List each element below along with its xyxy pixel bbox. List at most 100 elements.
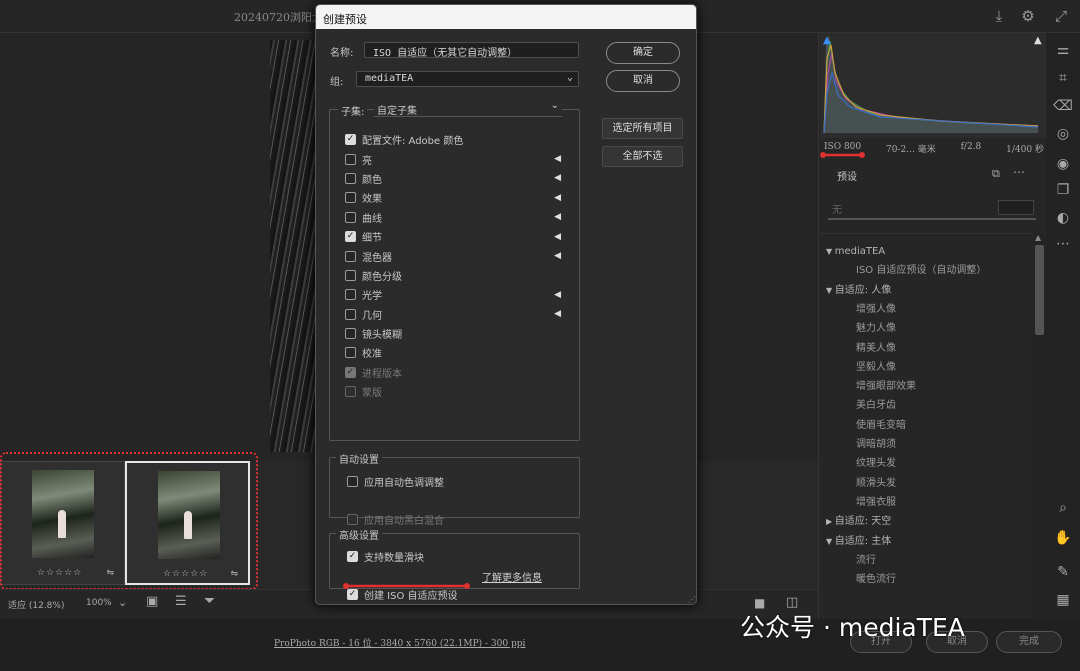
subset-select[interactable]: 自定子集 ⌄ bbox=[374, 100, 562, 117]
crop-icon[interactable]: ⌗ bbox=[1052, 68, 1074, 88]
preset-group[interactable]: ▼ 自适应: 主体 bbox=[826, 532, 891, 551]
expand-arrow-icon[interactable]: ◀ bbox=[554, 173, 561, 183]
sort-icon[interactable]: ☰ bbox=[175, 594, 187, 609]
expand-arrow-icon[interactable]: ◀ bbox=[554, 309, 561, 319]
presets-icon[interactable]: ◐ bbox=[1052, 208, 1074, 228]
preset-amount-input[interactable] bbox=[998, 200, 1034, 215]
expand-arrow-icon[interactable]: ◀ bbox=[554, 212, 561, 222]
checkbox bbox=[345, 386, 356, 398]
subset-item[interactable]: 亮 ◀ bbox=[345, 149, 561, 168]
red-eye-icon[interactable]: ◎ bbox=[1052, 124, 1074, 144]
collapse-triangle-icon[interactable]: ▼ bbox=[826, 537, 835, 546]
ok-button[interactable]: 确定 bbox=[606, 42, 680, 64]
preset-item[interactable]: 增强衣服 bbox=[856, 493, 896, 512]
preset-group[interactable]: ▼ 自适应: 人像 bbox=[826, 281, 891, 300]
collapse-triangle-icon[interactable]: ▼ bbox=[826, 247, 835, 256]
zoom-100-label[interactable]: 100% bbox=[86, 598, 112, 608]
subset-item[interactable]: ✓ 配置文件: Adobe 颜色 bbox=[345, 130, 561, 149]
cancel-button[interactable]: 取消 bbox=[606, 70, 680, 92]
checkbox[interactable] bbox=[345, 153, 356, 165]
more-icon[interactable]: ⋯ bbox=[1052, 234, 1074, 254]
fit-zoom-label[interactable]: 适应 (12.8%) bbox=[8, 598, 64, 611]
checkbox[interactable] bbox=[345, 269, 356, 281]
gear-icon[interactable]: ⚙ bbox=[1019, 7, 1037, 25]
preset-item[interactable]: 暖色流行 bbox=[856, 570, 896, 589]
checkbox-checked[interactable]: ✓ bbox=[345, 134, 356, 146]
shadow-clip-icon[interactable]: ▲ bbox=[823, 35, 831, 46]
subset-item[interactable]: 颜色分级 bbox=[345, 266, 561, 285]
download-icon[interactable]: ⤓ bbox=[990, 7, 1008, 25]
subset-item[interactable]: 镜头模糊 bbox=[345, 324, 561, 343]
eye-icon[interactable]: ◉ bbox=[1052, 154, 1074, 174]
preset-amount-slider[interactable]: 无 bbox=[828, 198, 1036, 220]
eraser-icon[interactable]: ⌫ bbox=[1052, 96, 1074, 116]
subset-item[interactable]: 几何 ◀ bbox=[345, 305, 561, 324]
checkbox[interactable] bbox=[345, 250, 356, 262]
subset-item[interactable]: 校准 bbox=[345, 343, 561, 362]
learn-more-link[interactable]: 了解更多信息 bbox=[482, 569, 542, 584]
preset-scrollbar[interactable]: ▲ bbox=[1033, 233, 1046, 619]
expand-arrow-icon[interactable]: ◀ bbox=[554, 251, 561, 261]
grid-icon[interactable]: ▦ bbox=[1052, 590, 1074, 610]
check-all-button[interactable]: 选定所有项目 bbox=[602, 118, 683, 139]
preset-item[interactable]: ISO 自适应预设（自动调整） bbox=[856, 261, 986, 280]
preset-item[interactable]: 纹理头发 bbox=[856, 454, 896, 473]
more-options-icon[interactable]: ⋯ bbox=[1013, 165, 1025, 179]
checkbox[interactable] bbox=[345, 289, 356, 301]
preset-item[interactable]: 增强眼部效果 bbox=[856, 377, 916, 396]
checkbox[interactable] bbox=[345, 211, 356, 223]
preset-item[interactable]: 美白牙齿 bbox=[856, 396, 896, 415]
color-sampler-icon[interactable]: ✎ bbox=[1052, 562, 1074, 582]
checkbox-checked[interactable]: ✓ bbox=[347, 551, 358, 563]
name-field[interactable]: ISO 自适应（无其它自动调整） bbox=[364, 42, 579, 59]
preset-item[interactable]: 调暗胡须 bbox=[856, 435, 896, 454]
chevron-down-icon[interactable]: ⌄ bbox=[118, 596, 127, 609]
expand-arrow-icon[interactable]: ◀ bbox=[554, 154, 561, 164]
expand-triangle-icon[interactable]: ▶ bbox=[826, 517, 835, 526]
checkbox[interactable] bbox=[345, 328, 356, 340]
highlight-clip-icon[interactable]: ▲ bbox=[1034, 35, 1042, 46]
checkbox[interactable] bbox=[345, 308, 356, 320]
subset-item[interactable]: 曲线 ◀ bbox=[345, 208, 561, 227]
done-button[interactable]: 完成 bbox=[996, 631, 1062, 653]
scroll-up-icon[interactable]: ▲ bbox=[1035, 233, 1041, 242]
preset-item[interactable]: 使眉毛变暗 bbox=[856, 416, 906, 435]
group-select[interactable]: mediaTEA ⌄ bbox=[356, 71, 579, 87]
preset-item[interactable]: 坚毅人像 bbox=[856, 358, 896, 377]
subset-item[interactable]: 效果 ◀ bbox=[345, 188, 561, 207]
preset-item[interactable]: 流行 bbox=[856, 551, 876, 570]
checkbox-checked[interactable]: ✓ bbox=[345, 231, 356, 243]
uncheck-all-button[interactable]: 全部不选 bbox=[602, 146, 683, 167]
edit-sliders-icon[interactable]: ⚌ bbox=[1052, 40, 1074, 60]
checkbox[interactable] bbox=[345, 172, 356, 184]
checkbox[interactable] bbox=[345, 347, 356, 359]
new-preset-icon[interactable]: ⧉ bbox=[992, 167, 1000, 181]
auto-tone-checkbox[interactable]: 应用自动色调调整 bbox=[347, 472, 596, 491]
expand-arrow-icon[interactable]: ◀ bbox=[554, 290, 561, 300]
expand-icon[interactable]: ⤢ bbox=[1052, 7, 1070, 25]
preset-item[interactable]: 魅力人像 bbox=[856, 319, 896, 338]
subset-item[interactable]: ✓ 细节 ◀ bbox=[345, 227, 561, 246]
scrollbar-thumb[interactable] bbox=[1035, 245, 1044, 335]
subset-item[interactable]: 混色器 ◀ bbox=[345, 246, 561, 265]
expand-arrow-icon[interactable]: ◀ bbox=[554, 193, 561, 203]
zoom-icon[interactable]: ⌕ bbox=[1052, 498, 1074, 518]
workflow-options-link[interactable]: ProPhoto RGB - 16 位 - 3840 x 5760 (22.1M… bbox=[274, 636, 525, 649]
hand-icon[interactable]: ✋ bbox=[1052, 528, 1074, 548]
subset-item[interactable]: 光学 ◀ bbox=[345, 285, 561, 304]
preset-group[interactable]: ▶ 自适应: 天空 bbox=[826, 512, 891, 531]
checkbox[interactable] bbox=[347, 476, 358, 488]
collapse-triangle-icon[interactable]: ▼ bbox=[826, 286, 835, 295]
checkbox[interactable] bbox=[345, 192, 356, 204]
expand-arrow-icon[interactable]: ◀ bbox=[554, 232, 561, 242]
filmstrip-icon[interactable]: ▣ bbox=[146, 594, 158, 609]
preset-item[interactable]: 顺滑头发 bbox=[856, 474, 896, 493]
preset-item[interactable]: 增强人像 bbox=[856, 300, 896, 319]
preset-item[interactable]: 精美人像 bbox=[856, 339, 896, 358]
resize-grip-icon[interactable]: ⋰ bbox=[688, 595, 696, 604]
layers-icon[interactable]: ❐ bbox=[1052, 180, 1074, 200]
subset-item[interactable]: 颜色 ◀ bbox=[345, 169, 561, 188]
filter-icon[interactable]: ⏷ bbox=[204, 593, 215, 609]
amount-slider-checkbox[interactable]: ✓ 支持数量滑块 bbox=[347, 547, 596, 566]
preset-group[interactable]: ▼ mediaTEA bbox=[826, 242, 885, 261]
